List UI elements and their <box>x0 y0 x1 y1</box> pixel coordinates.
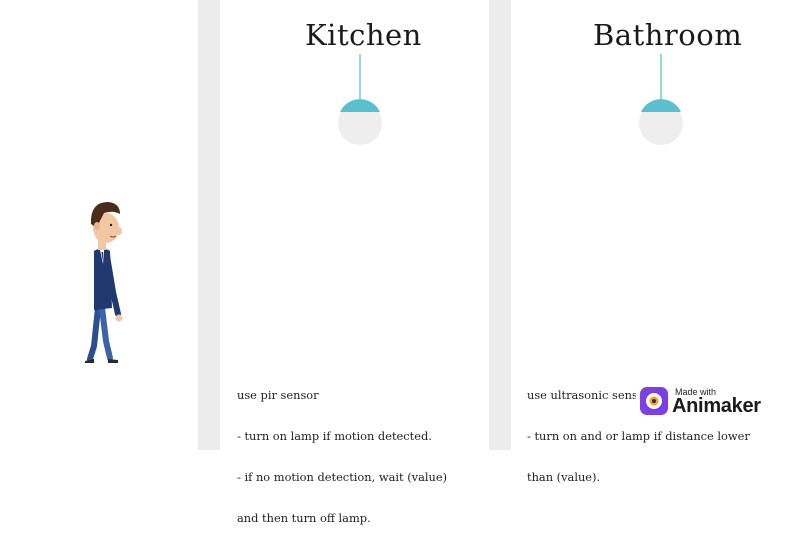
watermark-brand: Animaker <box>672 395 761 417</box>
walking-man-character <box>85 202 123 363</box>
bathroom-note-line: - turn on and or lamp if distance lower <box>527 428 750 443</box>
kitchen-note-line: - turn on lamp if motion detected. <box>237 428 432 443</box>
animaker-watermark: Made with Animaker <box>636 383 768 421</box>
kitchen-lamp-icon <box>338 54 382 145</box>
bathroom-note-line: than (value). <box>527 469 601 484</box>
bathroom-title: Bathroom <box>593 18 743 52</box>
room-divider-wall <box>198 0 220 450</box>
kitchen-note-line: use pir sensor <box>237 388 319 403</box>
kitchen-title: Kitchen <box>305 18 422 52</box>
kitchen-note-line: - if no motion detection, wait (value) <box>237 469 448 484</box>
room-divider-wall <box>489 0 511 450</box>
kitchen-instructions: use pir sensor - turn on lamp if motion … <box>237 362 447 539</box>
animaker-logo-icon <box>640 387 668 415</box>
kitchen-note-line: and then turn off lamp. <box>237 510 371 525</box>
bathroom-lamp-icon <box>639 54 683 145</box>
